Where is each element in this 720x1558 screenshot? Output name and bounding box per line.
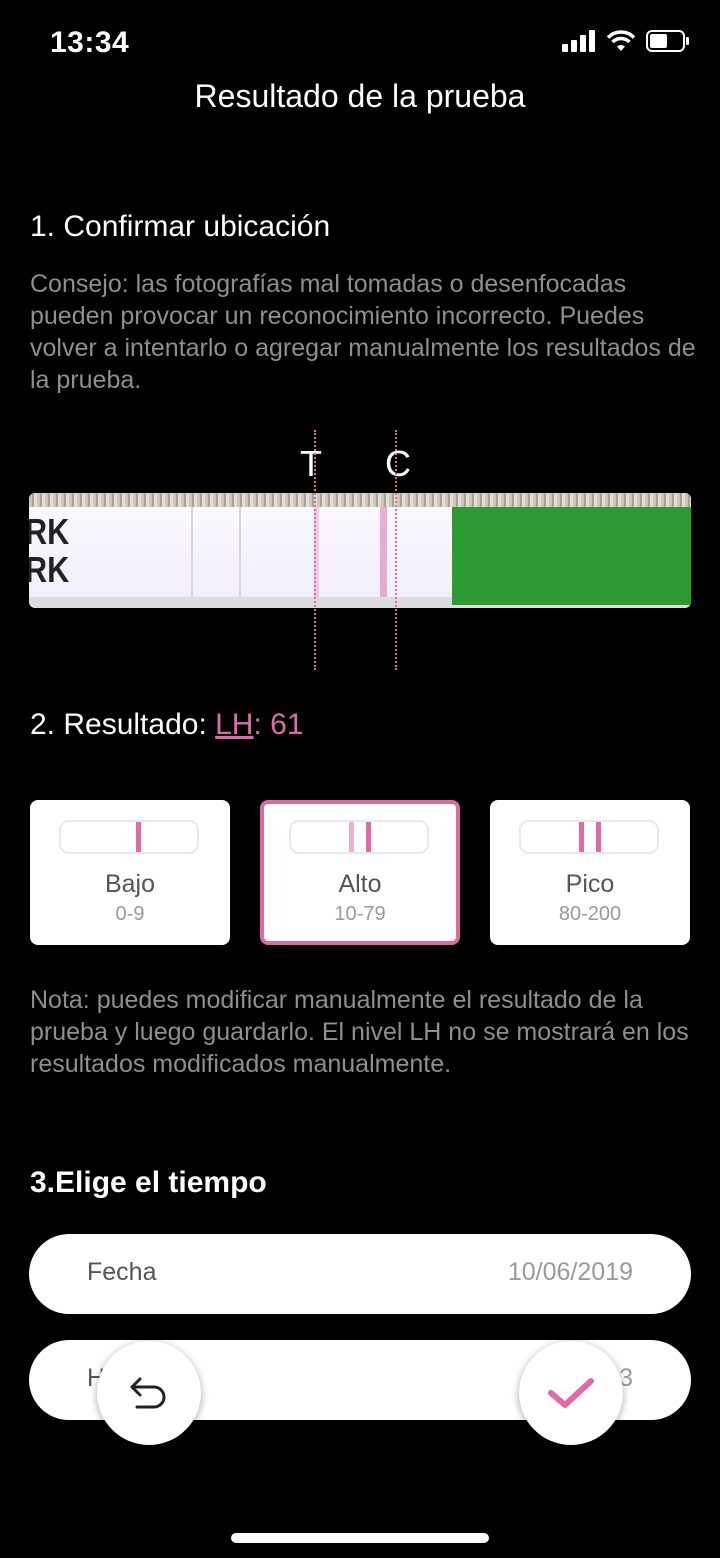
strip-divider [191, 507, 193, 597]
status-time: 13:34 [50, 26, 130, 59]
strip-line [136, 822, 141, 852]
result-heading: 2. Resultado: LH: 61 [30, 708, 304, 742]
option-label: Bajo [104, 870, 156, 898]
control-line-guide[interactable] [395, 430, 397, 670]
option-range: 0-9 [115, 903, 145, 925]
signal-icon [562, 30, 595, 52]
checkmark-icon [548, 1378, 594, 1408]
strip-icon [59, 820, 199, 854]
test-line-guide[interactable] [314, 430, 316, 670]
date-value: 10/06/2019 [507, 1258, 633, 1286]
strip-icon [289, 820, 429, 854]
status-icons [562, 30, 690, 52]
page-title: Resultado de la prueba [194, 78, 526, 114]
test-line-marker-label: T [300, 443, 322, 484]
home-indicator[interactable] [231, 1533, 489, 1543]
strip-line [596, 822, 601, 852]
option-range: 80-200 [558, 903, 622, 925]
strip-background-texture [29, 493, 691, 507]
strip-icon [519, 820, 659, 854]
date-label: Fecha [87, 1258, 157, 1286]
option-label: Alto [338, 870, 382, 898]
battery-icon [646, 30, 689, 52]
test-strip-photo: RK RK [29, 493, 691, 608]
strip-divider [239, 507, 241, 597]
result-option-high[interactable]: Alto 10-79 [260, 800, 460, 945]
strip-line [579, 822, 584, 852]
confirm-location-heading: 1. Confirmar ubicación [30, 210, 331, 243]
strip-line [366, 822, 371, 852]
result-option-peak[interactable]: Pico 80-200 [490, 800, 690, 945]
strip-control-line [380, 507, 387, 597]
strip-handle [452, 507, 691, 605]
tip-text: Consejo: las fotografías mal tomadas o d… [30, 270, 696, 394]
result-heading-label: 2. Resultado: [30, 708, 216, 741]
strip-print-text: RK RK [29, 511, 70, 590]
strip-line [349, 822, 354, 852]
date-field[interactable]: Fecha 10/06/2019 [29, 1234, 691, 1314]
option-range: 10-79 [334, 903, 386, 925]
lh-info-link[interactable]: LH [215, 708, 253, 741]
wifi-icon [606, 30, 636, 51]
lh-value: : 61 [253, 708, 304, 741]
note-text: Nota: puedes modificar manualmente el re… [30, 986, 689, 1078]
result-option-low[interactable]: Bajo 0-9 [30, 800, 230, 945]
control-line-marker-label: C [385, 443, 411, 484]
option-label: Pico [565, 870, 615, 898]
choose-time-heading: 3.Elige el tiempo [30, 1166, 267, 1199]
confirm-button[interactable] [519, 1341, 623, 1445]
undo-arrow-icon [130, 1377, 166, 1409]
back-button[interactable] [97, 1341, 201, 1445]
